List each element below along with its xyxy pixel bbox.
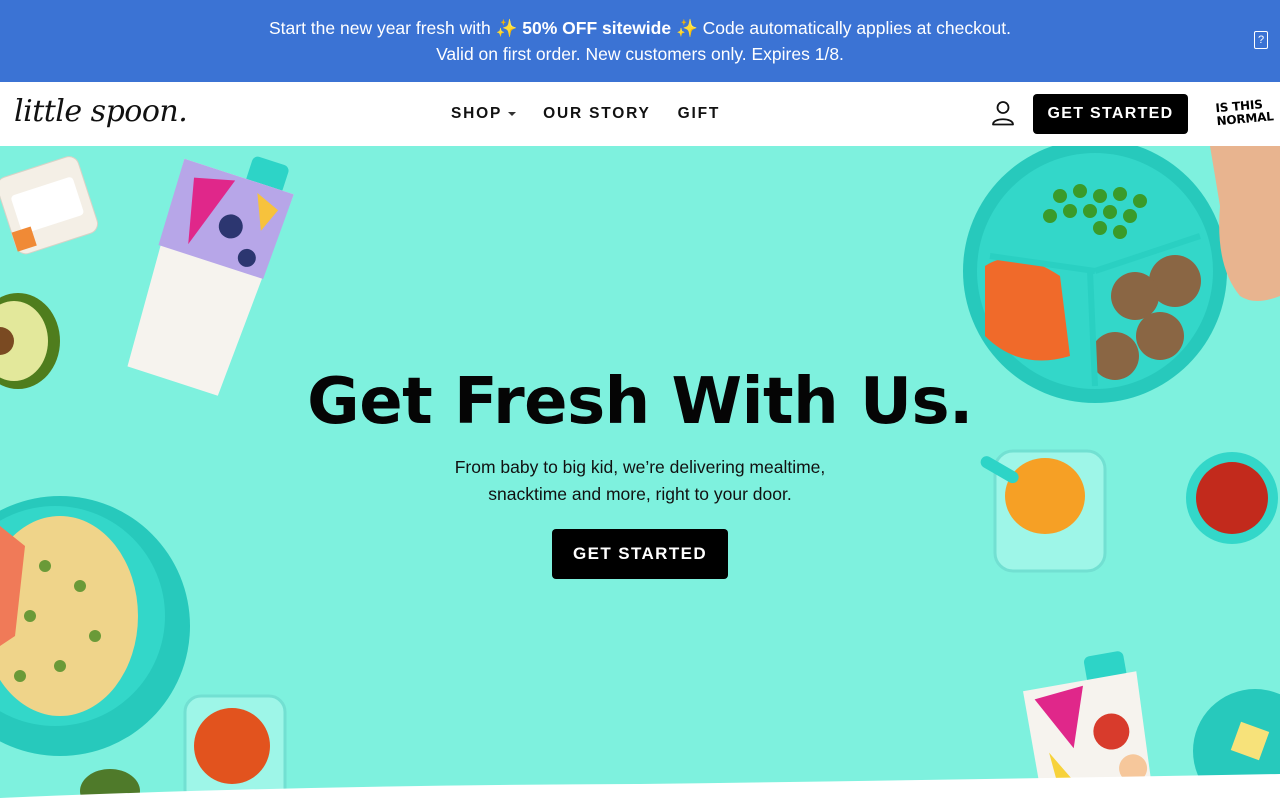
hero-subtitle: From baby to big kid, we’re delivering m… [390,454,890,508]
get-started-button[interactable]: GET STARTED [1033,94,1188,134]
nav-item-gift[interactable]: GIFT [678,105,721,123]
close-icon[interactable]: ? [1254,31,1268,49]
hero-section: Get Fresh With Us. From baby to big kid,… [0,146,1280,800]
is-this-normal-logo[interactable]: IS THIS NORMAL [1215,97,1275,129]
promo-line-1: Start the new year fresh with ✨ 50% OFF … [0,15,1280,41]
hero-get-started-button[interactable]: GET STARTED [552,529,728,579]
hero-subtitle-line: snacktime and more, right to your door. [488,484,792,504]
nav-label: GIFT [677,105,721,122]
promo-text: Start the new year fresh with [268,18,491,38]
site-header: little spoon. SHOP OUR STORY GIFT GET ST… [0,82,1280,146]
hero-title: Get Fresh With Us. [307,365,973,439]
promo-line-2: Valid on first order. New customers only… [436,44,844,64]
nav-label: SHOP [451,105,503,122]
promo-text-post: Code automatically applies at checkout. [702,18,1012,38]
logo-line: NORMAL [1216,109,1275,129]
user-outline-icon[interactable] [991,100,1015,126]
promo-highlight: 50% OFF sitewide [522,18,672,38]
promo-banner: Start the new year fresh with ✨ 50% OFF … [0,0,1280,82]
hero-bottom-wave [0,774,1280,800]
main-nav: SHOP OUR STORY GIFT [451,105,720,123]
nav-label: OUR STORY [543,105,651,122]
brand-logo[interactable]: little spoon. [14,94,188,129]
sparkle-icon: ✨ [675,18,698,38]
nav-item-shop[interactable]: SHOP [451,105,517,123]
hero-subtitle-line: From baby to big kid, we’re delivering m… [454,457,826,477]
caret-down-icon [508,112,517,116]
sparkle-icon: ✨ [495,18,518,38]
nav-item-our-story[interactable]: OUR STORY [543,105,651,123]
